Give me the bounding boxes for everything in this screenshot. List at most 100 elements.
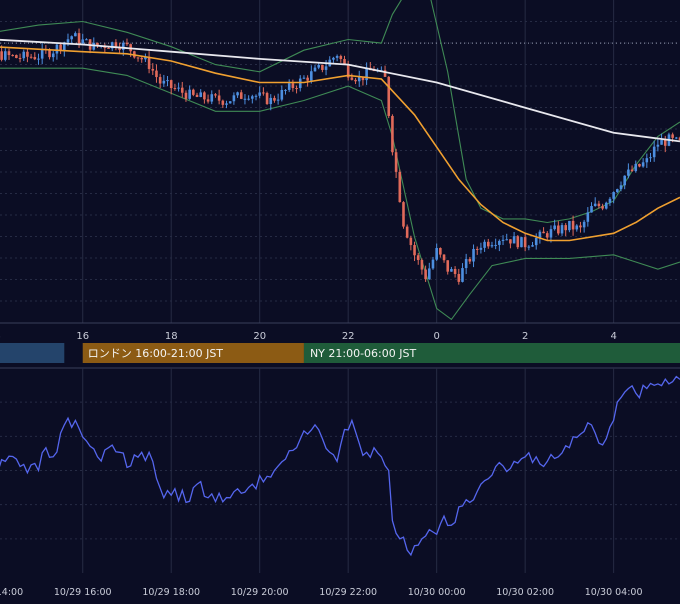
candle-up (494, 244, 497, 246)
candle-down (398, 171, 402, 203)
candle-down (468, 259, 472, 262)
candle-up (619, 185, 623, 190)
candle-down (26, 51, 29, 57)
candle-up (243, 98, 247, 100)
indicator-x-tick-label: 10/29 18:00 (142, 587, 200, 598)
candle-up (199, 92, 203, 97)
candle-down (125, 42, 129, 45)
candle-down (453, 268, 457, 274)
candle-up (608, 198, 612, 203)
candle-up (276, 99, 280, 101)
candle-up (534, 237, 538, 246)
chart-background (0, 0, 680, 600)
indicator-x-tick-label: 10/29 22:00 (319, 587, 377, 598)
candle-down (140, 57, 144, 60)
candle-down (387, 76, 391, 116)
session-london-label: ロンドン 16:00-21:00 JST (88, 347, 224, 360)
chart-stage: 14 16 18 20 22 0 2 4 ロンドン 16:00-21:00 JST NY 21… (0, 0, 680, 600)
candle-down (291, 83, 295, 89)
session-tokyo-block[interactable] (0, 343, 65, 363)
candle-up (332, 57, 335, 60)
candle-down (402, 202, 405, 227)
candle-down (136, 57, 140, 59)
candle-down (192, 89, 195, 95)
candle-up (461, 268, 464, 282)
candle-up (553, 225, 556, 230)
candle-up (317, 64, 320, 68)
candle-up (188, 89, 191, 99)
chart-canvas: 14 16 18 20 22 0 2 4 ロンドン 16:00-21:00 JST NY 21… (0, 0, 680, 600)
candle-up (593, 203, 597, 207)
candle-down (206, 99, 210, 102)
candle-down (523, 237, 527, 248)
candle-down (442, 254, 446, 261)
candle-down (0, 51, 3, 60)
candle-down (147, 56, 151, 69)
candle-up (604, 202, 608, 209)
candle-up (232, 95, 236, 102)
candle-down (416, 255, 420, 261)
candle-up (324, 66, 328, 70)
candle-down (11, 55, 14, 57)
candle-down (184, 92, 188, 99)
candle-up (527, 246, 531, 248)
candle-down (446, 260, 450, 272)
candle-up (479, 247, 483, 250)
main-x-tick-label: 18 (165, 331, 178, 342)
candle-up (251, 96, 254, 99)
candle-up (472, 248, 475, 262)
candle-up (335, 56, 339, 58)
candle-up (641, 162, 645, 167)
main-x-tick-label: 20 (253, 331, 266, 342)
candle-up (66, 39, 70, 43)
candle-down (273, 97, 276, 101)
main-x-tick-label: 22 (342, 331, 355, 342)
candle-down (475, 248, 479, 250)
candle-up (450, 268, 453, 272)
indicator-x-tick-label: 10/30 04:00 (585, 587, 643, 598)
candle-down (214, 94, 217, 96)
candle-up (51, 53, 55, 58)
indicator-x-axis-ticks: 10/29 14:00 10/29 16:00 10/29 18:00 10/29 2… (0, 587, 643, 598)
candle-down (564, 225, 568, 231)
candle-down (630, 169, 634, 172)
candle-down (509, 239, 512, 244)
main-x-tick-label: 4 (610, 331, 616, 342)
candle-down (77, 33, 81, 44)
candle-up (498, 240, 501, 245)
candle-down (7, 51, 11, 56)
candle-up (645, 158, 649, 163)
candle-up (568, 220, 571, 231)
candle-up (287, 83, 291, 90)
candle-down (424, 269, 427, 280)
candle-up (298, 78, 302, 89)
indicator-x-tick-label: 10/30 02:00 (496, 587, 554, 598)
candle-up (22, 51, 26, 59)
candle-up (483, 241, 486, 248)
candle-up (177, 87, 180, 89)
candle-up (464, 259, 468, 269)
candle-down (557, 225, 560, 234)
candle-up (501, 239, 505, 241)
candle-down (545, 233, 549, 238)
candle-up (652, 146, 656, 158)
candle-down (265, 92, 269, 105)
candle-down (601, 206, 604, 209)
candle-up (512, 236, 516, 244)
candle-down (217, 95, 221, 101)
candle-down (169, 80, 173, 89)
candle-down (354, 79, 357, 82)
candle-up (357, 76, 361, 82)
candle-up (225, 103, 228, 105)
candle-down (409, 237, 413, 246)
candle-up (269, 97, 273, 105)
candle-down (457, 273, 461, 282)
indicator-x-tick-label: 10/29 16:00 (54, 587, 112, 598)
candle-down (158, 77, 162, 84)
candle-down (306, 77, 309, 81)
candle-down (29, 56, 33, 58)
indicator-x-tick-label: 10/30 00:00 (408, 587, 466, 598)
candle-down (486, 241, 490, 247)
candle-down (15, 55, 18, 58)
candle-down (391, 115, 394, 153)
